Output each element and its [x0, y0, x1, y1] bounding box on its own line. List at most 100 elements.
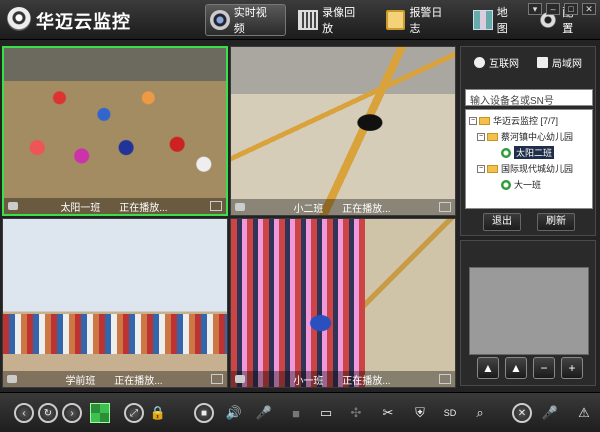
location-pin-icon [501, 179, 511, 190]
video-pane-1[interactable]: 太阳一班 正在播放... [2, 46, 228, 216]
nav-live-label: 实时视频 [233, 7, 267, 35]
clipboard-icon [385, 10, 406, 30]
fullscreen-icon[interactable] [439, 202, 451, 212]
video-feed [231, 47, 455, 215]
zoom-out-icon[interactable]: − [533, 357, 555, 379]
refresh-icon[interactable]: ↻ [38, 403, 58, 423]
network-icon [537, 56, 548, 68]
video-feed [4, 48, 226, 214]
pane-overlay: 小二班 正在播放... [231, 199, 455, 215]
camera-small-icon [7, 375, 17, 383]
refresh-button[interactable]: 刷新 [537, 213, 575, 231]
ptz-preview [469, 267, 589, 355]
tree-device-label: 大一班 [514, 180, 542, 190]
camera-small-icon [8, 202, 18, 210]
nav-alarm-label: 报警日志 [409, 7, 443, 35]
nav-playback-label: 录像回放 [322, 7, 356, 35]
minimize-button[interactable]: – [546, 3, 560, 15]
alarm-shield-icon[interactable]: ⛨ [410, 403, 430, 423]
nav-alarm-log[interactable]: 报警日志 [382, 4, 461, 36]
previous-icon[interactable]: ‹ [14, 403, 34, 423]
fullscreen-icon[interactable] [211, 374, 223, 384]
logo-icon [7, 7, 31, 31]
pane-camera-name: 小一班 [293, 375, 324, 387]
search-record-icon[interactable]: ⌕ [470, 403, 490, 423]
cancel-icon[interactable]: ✕ [512, 403, 532, 423]
map-icon [472, 10, 493, 30]
video-feed [231, 219, 455, 387]
tree-device-label: 太阳二班 [514, 146, 555, 159]
nav-live-video[interactable]: 实时视频 [205, 4, 287, 36]
folder-icon [479, 116, 490, 125]
device-tree: − 华迈云监控 [7/7] − 蔡河镇中心幼儿园 太阳二班 − 国际现代城幼儿园… [465, 109, 593, 209]
device-panel: 互联网 局域网 输入设备名或SN号 − 华迈云监控 [7/7] − 蔡河镇中心幼… [460, 46, 596, 236]
device-search-input[interactable]: 输入设备名或SN号 [465, 89, 593, 107]
microphone-icon[interactable]: 🎤 [254, 403, 274, 423]
nav-map-label: 地图 [496, 7, 508, 35]
video-pane-3[interactable]: 学前班 正在播放... [2, 218, 228, 388]
network-tabs: 互联网 局域网 [465, 51, 591, 73]
nav-map[interactable]: 地图 [469, 4, 527, 36]
tab-lan-label: 局域网 [552, 58, 582, 70]
tree-root-label: 华迈云监控 [7/7] [493, 116, 559, 126]
globe-icon [474, 56, 485, 68]
video-feed [3, 219, 227, 387]
folder-icon [487, 164, 498, 173]
tab-lan[interactable]: 局域网 [528, 51, 591, 73]
ptz-panel: ▲ ▲ − + [460, 240, 596, 386]
tree-group[interactable]: − 国际现代城幼儿园 [477, 162, 573, 175]
camera-icon [210, 10, 230, 30]
tree-group-label: 蔡河镇中心幼儿园 [501, 132, 574, 142]
maximize-button[interactable]: □ [564, 3, 578, 15]
tab-internet[interactable]: 互联网 [465, 51, 528, 73]
pane-overlay: 学前班 正在播放... [3, 371, 227, 387]
app-title: 华迈云监控 [36, 12, 131, 32]
pane-status: 正在播放... [342, 375, 391, 387]
tree-group[interactable]: − 蔡河镇中心幼儿园 [477, 130, 573, 143]
location-pin-icon [501, 147, 511, 158]
close-button[interactable]: ✕ [582, 3, 596, 15]
warning-icon[interactable]: ⚠ [574, 403, 594, 423]
title-bar: 华迈云监控 实时视频 录像回放 报警日志 地图 配置 [0, 0, 600, 40]
logout-button[interactable]: 退出 [483, 213, 521, 231]
film-icon [298, 10, 319, 30]
volume-icon[interactable]: 🔊 [224, 403, 244, 423]
zoom-in-icon[interactable]: + [561, 357, 583, 379]
pane-overlay: 太阳一班 正在播放... [4, 198, 226, 214]
folder-icon [487, 132, 498, 141]
sd-label: SD [443, 408, 457, 418]
voice-talk-icon[interactable]: 🎤 [540, 403, 560, 423]
tab-internet-label: 互联网 [489, 58, 519, 70]
menu-dropdown-icon[interactable]: ▾ [528, 3, 542, 15]
mountain-small-icon[interactable]: ▲ [477, 357, 499, 379]
record-camera-icon[interactable]: ■ [286, 403, 306, 423]
video-pane-4[interactable]: 小一班 正在播放... [230, 218, 456, 388]
collapse-icon[interactable]: − [477, 132, 485, 141]
monitor-icon[interactable]: ▭ [316, 403, 336, 423]
grid-layout-icon[interactable] [90, 403, 110, 423]
pane-status: 正在播放... [342, 203, 391, 215]
sd-card-icon[interactable]: SD [440, 403, 460, 423]
fullscreen-toggle-icon[interactable]: ⤢ [124, 403, 144, 423]
lock-icon[interactable]: 🔒 [148, 403, 168, 423]
tree-root[interactable]: − 华迈云监控 [7/7] [469, 114, 558, 127]
camera-small-icon [235, 203, 245, 211]
tree-group-label: 国际现代城幼儿园 [501, 164, 574, 174]
screenshot-icon[interactable]: ✂ [378, 403, 398, 423]
pane-camera-name: 学前班 [65, 375, 96, 387]
ptz-icon[interactable]: ✣ [346, 403, 366, 423]
video-grid: 太阳一班 正在播放... 小二班 正在播放... 学前班 正在播放... 小一班… [2, 46, 456, 388]
tree-device[interactable]: 太阳二班 [501, 146, 555, 159]
fullscreen-icon[interactable] [210, 201, 222, 211]
window-controls: ▾ – □ ✕ [524, 3, 596, 15]
next-icon[interactable]: › [62, 403, 82, 423]
tree-device[interactable]: 大一班 [501, 178, 541, 191]
collapse-icon[interactable]: − [469, 116, 477, 125]
collapse-icon[interactable]: − [477, 164, 485, 173]
app-window: 华迈云监控 实时视频 录像回放 报警日志 地图 配置 [0, 0, 600, 432]
fullscreen-icon[interactable] [439, 374, 451, 384]
nav-playback[interactable]: 录像回放 [294, 4, 373, 36]
mountain-large-icon[interactable]: ▲ [505, 357, 527, 379]
video-pane-2[interactable]: 小二班 正在播放... [230, 46, 456, 216]
stop-icon[interactable]: ■ [194, 403, 214, 423]
